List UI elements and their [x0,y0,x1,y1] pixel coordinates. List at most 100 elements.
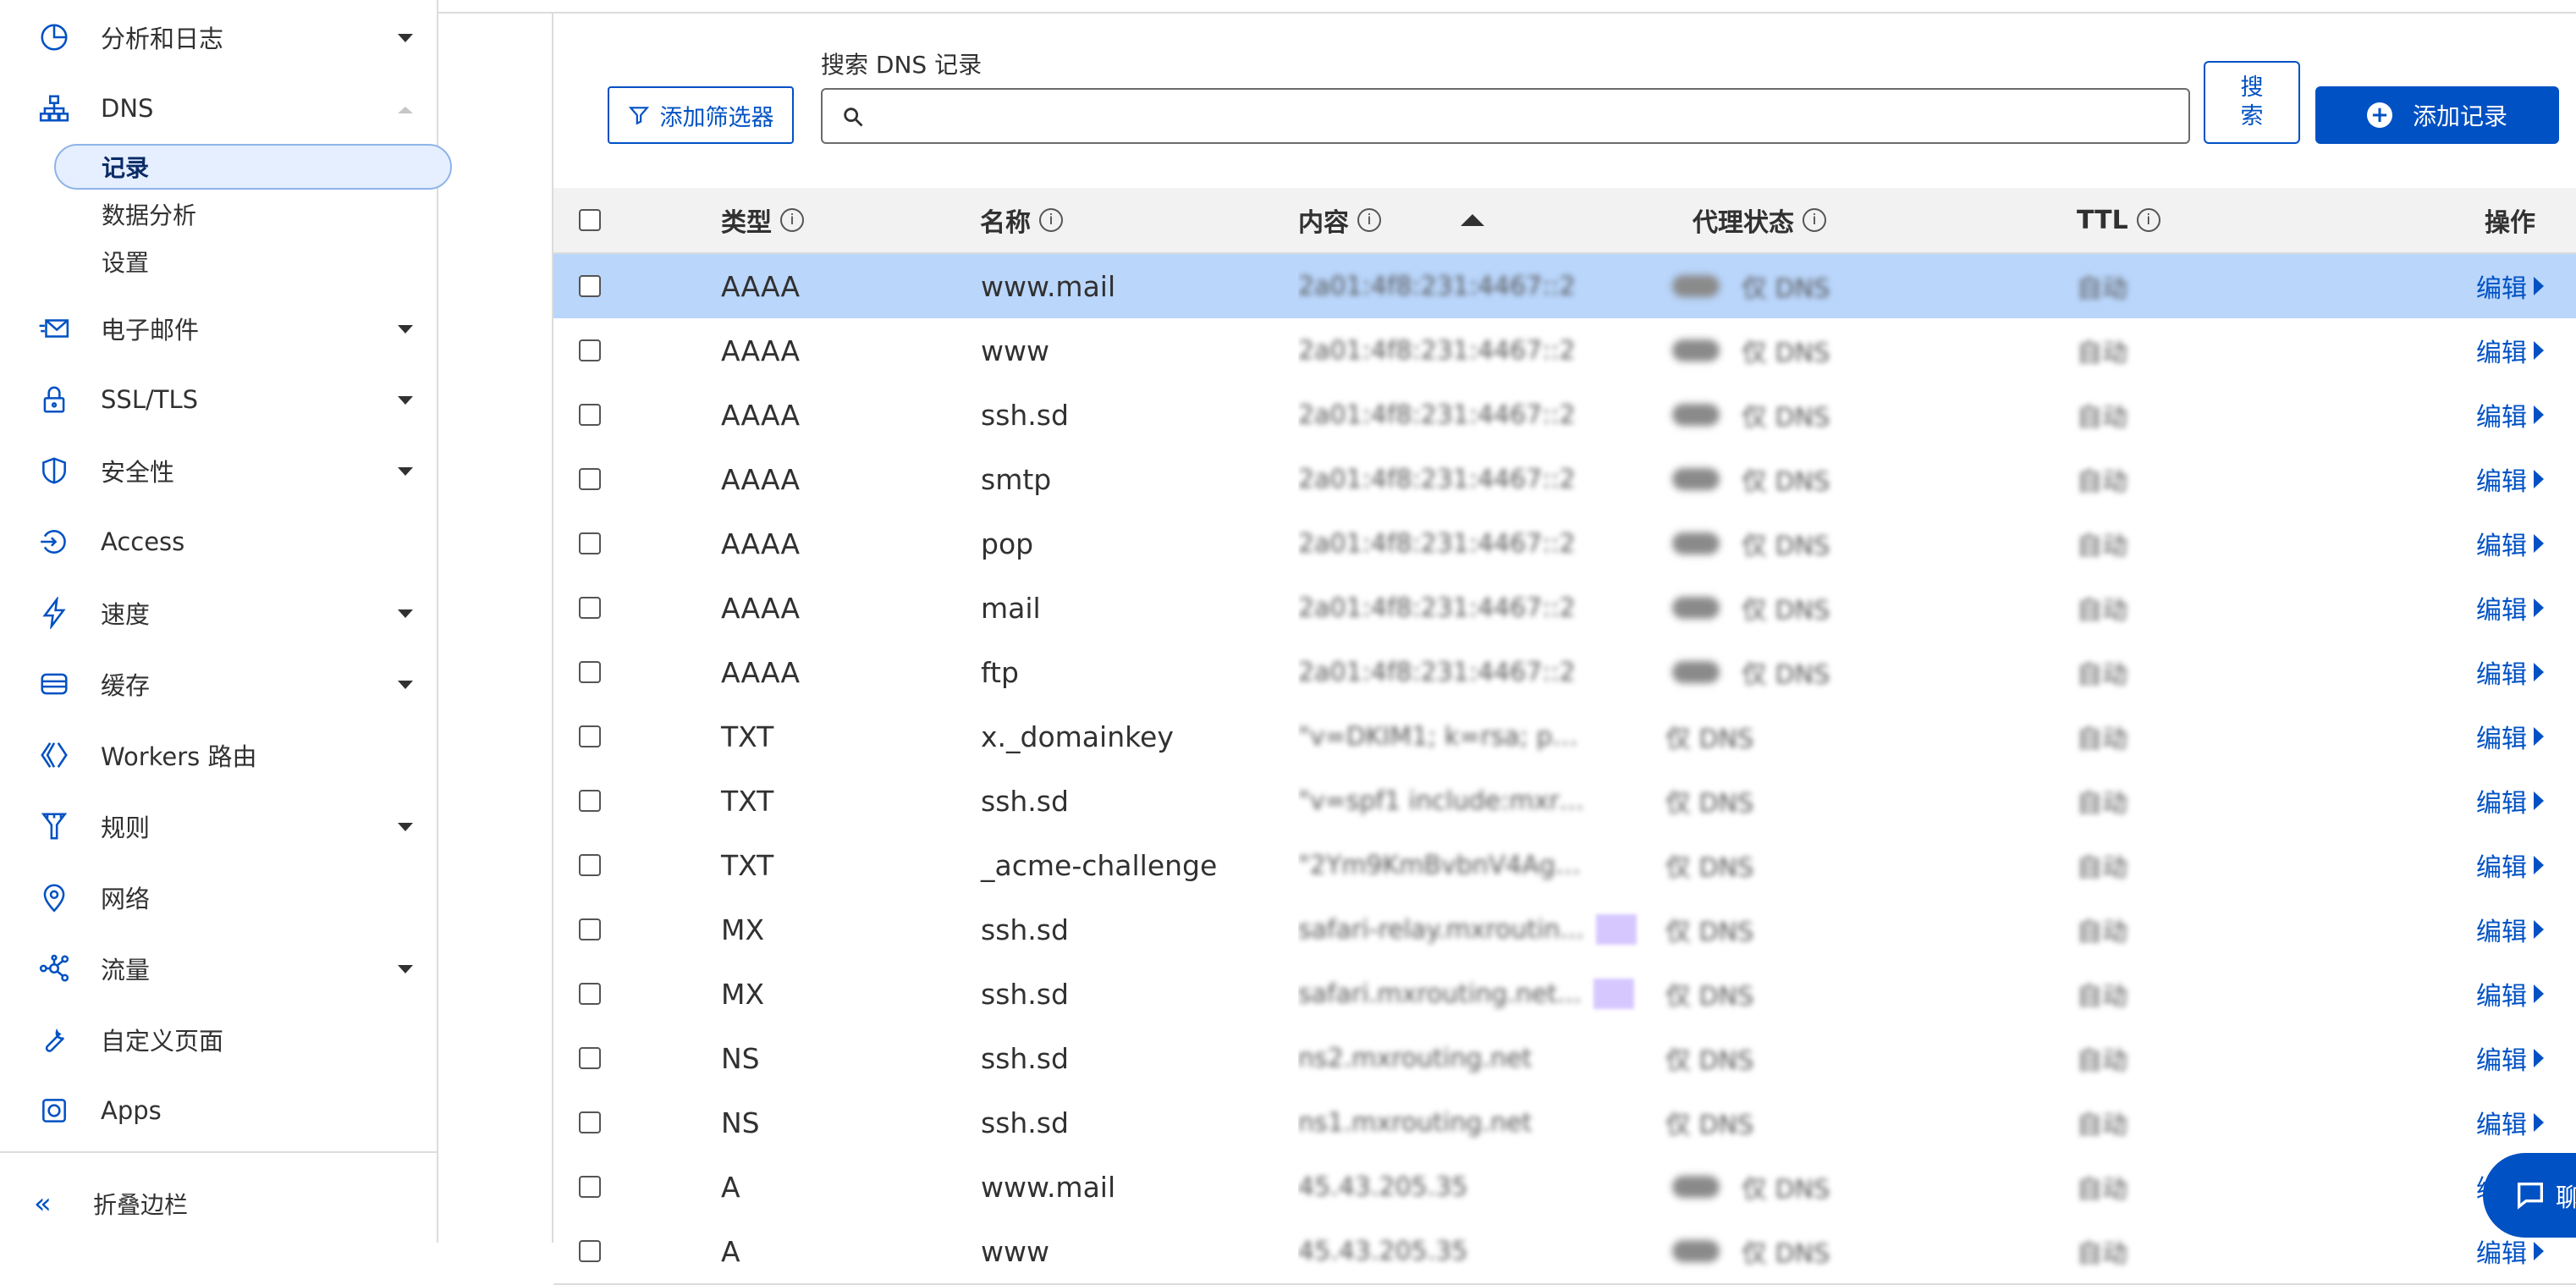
nav-item-ssl[interactable]: SSL/TLS [0,364,437,435]
edit-button[interactable]: 编辑 [2476,318,2544,383]
nav-item-rules[interactable]: 规则 [0,791,437,862]
table-row[interactable]: AAAA mail 2a01:4f8:231:4467::2 仅 DNS 自动 编辑 [553,576,2576,642]
nav-item-network[interactable]: 网络 [0,862,437,933]
edit-button[interactable]: 编辑 [2476,833,2544,897]
info-icon[interactable]: i [780,208,804,232]
row-checkbox[interactable] [579,339,601,361]
sidebar-subitem-label: 记录 [102,154,150,182]
edit-button[interactable]: 编辑 [2476,769,2544,833]
nav-label: Access [101,527,185,556]
edit-button[interactable]: 编辑 [2476,511,2544,576]
info-icon[interactable]: i [1803,208,1826,232]
nav-item-analytics[interactable]: 分析和日志 [0,2,437,73]
column-header-content: 内容 i [1298,188,1381,252]
row-checkbox[interactable] [579,1111,601,1133]
sidebar-subitem-records[interactable]: 记录 [0,144,452,190]
select-all-checkbox[interactable] [579,209,601,231]
row-checkbox[interactable] [579,404,601,426]
edit-button[interactable]: 编辑 [2476,576,2544,640]
edit-label: 编辑 [2476,339,2527,368]
table-row[interactable]: Awww 45.43.205.35 仅 DNS 自动 编辑 [553,1219,2576,1285]
row-checkbox[interactable] [579,1176,601,1198]
table-row[interactable]: AAAA www 2a01:4f8:231:4467::2 仅 DNS 自动 编辑 [553,318,2576,384]
record-content: ns2.mxrouting.net [1298,1026,1645,1090]
table-row[interactable]: NS ssh.sd ns2.mxrouting.net 仅 DNS 自动 编辑 [553,1026,2576,1092]
edit-button[interactable]: 编辑 [2476,447,2544,511]
add-record-button[interactable]: + 添加记录 [2315,86,2559,144]
record-name: www.mail [981,1170,1116,1204]
collapse-sidebar-button[interactable]: « 折叠边栏 [0,1180,437,1227]
table-row[interactable]: TXT x._domainkey "v=DKIM1; k=rsa; p=MII...… [553,704,2576,770]
row-checkbox[interactable] [579,854,601,876]
table-row[interactable]: AAAA ssh.sd 2a01:4f8:231:4467::2 仅 DNS 自动 编辑 [553,383,2576,449]
info-icon[interactable]: i [1039,208,1063,232]
table-row[interactable]: TXT _acme-challenge "2Ym9KmBvbnV4Ag9b... 仅 … [553,833,2576,899]
caret-right-icon [2534,984,2544,1003]
chevron-down-icon[interactable] [398,965,413,973]
chevron-down-icon[interactable] [398,396,413,405]
edit-button[interactable]: 编辑 [2476,704,2544,769]
nav-item-dns[interactable]: DNS [0,73,437,144]
nav-item-email[interactable]: 电子邮件 [0,293,437,364]
sidebar-subitem-settings[interactable]: 设置 [0,239,437,284]
edit-button[interactable]: 编辑 [2476,962,2544,1026]
table-row[interactable]: TXT ssh.sd "v=spf1 include:mxrouti... 仅 DNS… [553,769,2576,835]
row-checkbox[interactable] [579,1240,601,1262]
info-icon[interactable]: i [2136,208,2160,232]
sort-ascending-icon[interactable] [1461,214,1484,226]
edit-button[interactable]: 编辑 [2476,1026,2544,1090]
search-button-label: 搜 索 [2240,74,2264,130]
edit-button[interactable]: 编辑 [2476,1090,2544,1155]
sidebar-subitem-analytics[interactable]: 数据分析 [0,191,437,237]
nav-item-cache[interactable]: 缓存 [0,648,437,720]
nav-item-security[interactable]: 安全性 [0,435,437,506]
chat-button[interactable]: 聊 [2483,1153,2576,1238]
table-row[interactable]: AAAA www.mail 2a01:4f8:231:4467::2 仅 DNS 自动 编… [553,254,2576,320]
add-filter-button[interactable]: 添加筛选器 [608,86,794,144]
column-header-label: 代理状态 [1693,208,1794,238]
record-name: ftp [981,655,1019,689]
edit-button[interactable]: 编辑 [2476,897,2544,962]
nav-item-access[interactable]: Access [0,506,437,577]
nav-item-apps[interactable]: Apps [0,1075,437,1146]
chevron-down-icon[interactable] [398,609,413,618]
table-row[interactable]: AAAA smtp 2a01:4f8:231:4467::2 仅 DNS 自动 编辑 [553,447,2576,513]
row-checkbox[interactable] [579,661,601,683]
table-row[interactable]: AAAA ftp 2a01:4f8:231:4467::2 仅 DNS 自动 编辑 [553,640,2576,706]
nav-item-custom-pages[interactable]: 自定义页面 [0,1004,437,1075]
table-row[interactable]: NS ssh.sd ns1.mxrouting.net 仅 DNS 自动 编辑 [553,1090,2576,1156]
column-header-name[interactable]: 名称 i [980,188,1063,252]
info-icon[interactable]: i [1357,208,1381,232]
chevron-down-icon[interactable] [398,467,413,476]
chevron-down-icon[interactable] [398,681,413,689]
row-checkbox[interactable] [579,790,601,812]
chevron-down-icon[interactable] [398,34,413,42]
column-header-type[interactable]: 类型 i [721,188,804,252]
proxy-status: 仅 DNS [1672,1219,1830,1283]
row-checkbox[interactable] [579,275,601,297]
table-row[interactable]: Awww.mail45.43.205.35仅 DNS自动编辑 [553,1155,2576,1221]
row-checkbox[interactable] [579,532,601,554]
row-checkbox[interactable] [579,983,601,1005]
row-checkbox[interactable] [579,725,601,747]
location-pin-icon [37,880,71,914]
search-button[interactable]: 搜 索 [2204,61,2300,144]
nav-item-workers[interactable]: Workers 路由 [0,720,437,791]
row-checkbox[interactable] [579,597,601,619]
nav-item-traffic[interactable]: 流量 [0,933,437,1004]
row-checkbox[interactable] [579,918,601,940]
nav-item-speed[interactable]: 速度 [0,577,437,648]
edit-button[interactable]: 编辑 [2476,254,2544,318]
table-row[interactable]: MX ssh.sd safari.mxrouting.net... 仅 DNS 自动 编辑 [553,962,2576,1028]
row-checkbox[interactable] [579,468,601,490]
chevron-up-icon[interactable] [398,107,413,113]
table-row[interactable]: MX ssh.sd safari-relay.mxroutin... 仅 DNS 自动 编… [553,897,2576,963]
chevron-down-icon[interactable] [398,823,413,831]
chevron-down-icon[interactable] [398,325,413,334]
search-field[interactable] [821,88,2190,144]
row-checkbox[interactable] [579,1047,601,1069]
search-input[interactable] [882,97,2171,137]
table-row[interactable]: AAAA pop 2a01:4f8:231:4467::2 仅 DNS 自动 编辑 [553,511,2576,577]
edit-button[interactable]: 编辑 [2476,383,2544,447]
edit-button[interactable]: 编辑 [2476,640,2544,704]
